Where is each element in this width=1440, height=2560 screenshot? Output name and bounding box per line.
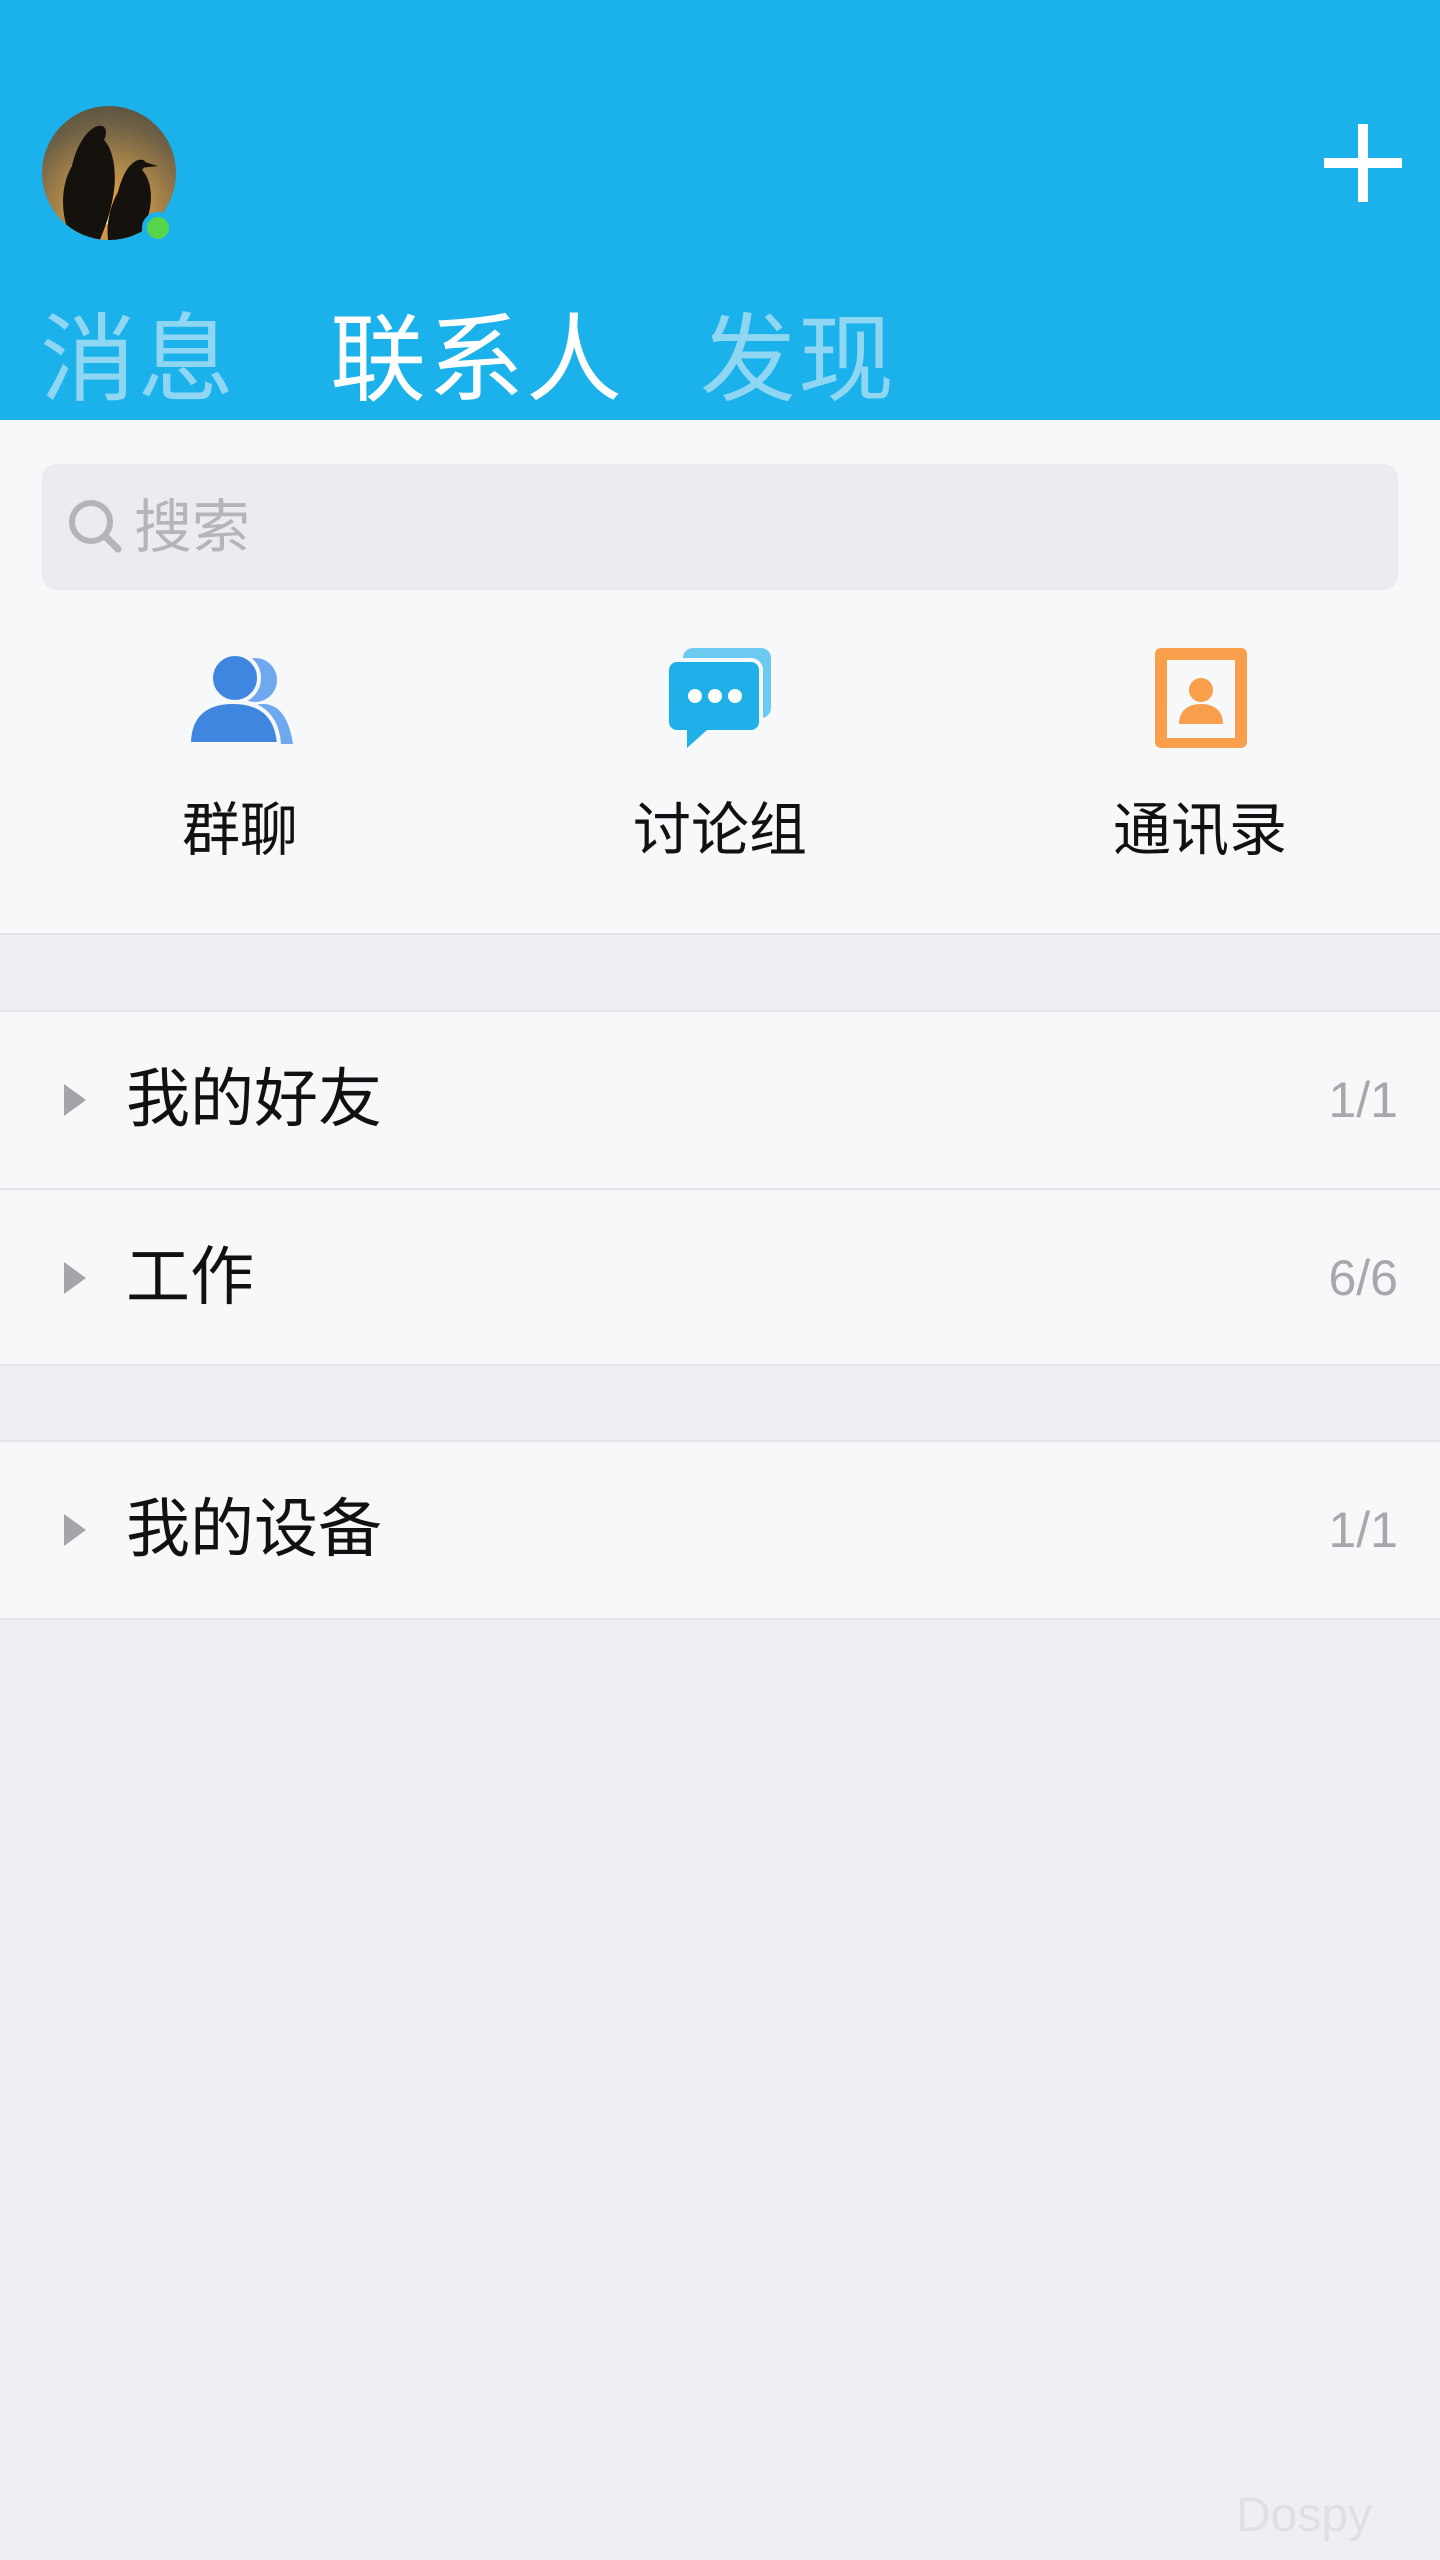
tab-contacts[interactable]: 联系人 xyxy=(330,300,700,420)
online-status-dot xyxy=(142,212,174,244)
group-row-work[interactable]: 工作 6/6 xyxy=(0,1188,1440,1364)
expand-arrow-icon xyxy=(64,1514,86,1546)
main-tabs: 消息 联系人 发现 xyxy=(40,300,1000,420)
contacts-top-panel: 搜索 群聊 讨论组 通讯录 xyxy=(0,420,1440,935)
group-name: 我的设备 xyxy=(126,1493,382,1567)
tab-discover[interactable]: 发现 xyxy=(700,300,1000,420)
discussion-icon xyxy=(665,648,771,748)
group-row-my-devices[interactable]: 我的设备 1/1 xyxy=(0,1442,1440,1618)
address-book-shortcut[interactable]: 通讯录 xyxy=(1050,644,1350,884)
group-chat-shortcut[interactable]: 群聊 xyxy=(90,644,390,884)
group-name: 工作 xyxy=(126,1241,254,1315)
expand-arrow-icon xyxy=(64,1262,86,1294)
group-count: 6/6 xyxy=(1328,1250,1398,1306)
watermark: Dospy xyxy=(1236,2489,1373,2542)
friend-groups-list: 我的好友 1/1 工作 6/6 xyxy=(0,1010,1440,1366)
address-book-icon xyxy=(1155,648,1247,748)
group-row-my-friends[interactable]: 我的好友 1/1 xyxy=(0,1012,1440,1188)
group-chat-label: 群聊 xyxy=(181,796,298,864)
plus-icon xyxy=(1324,124,1402,202)
tab-messages[interactable]: 消息 xyxy=(40,300,330,420)
discussion-group-shortcut[interactable]: 讨论组 xyxy=(570,644,870,884)
group-count: 1/1 xyxy=(1328,1502,1398,1558)
add-button[interactable] xyxy=(1320,120,1406,206)
address-book-label: 通讯录 xyxy=(1112,796,1287,864)
group-name: 我的好友 xyxy=(126,1063,382,1137)
search-icon xyxy=(69,500,122,553)
search-placeholder: 搜索 xyxy=(134,493,251,561)
group-chat-icon xyxy=(186,652,293,746)
devices-list: 我的设备 1/1 xyxy=(0,1440,1440,1620)
app-header: 消息 联系人 发现 xyxy=(0,0,1440,420)
discussion-group-label: 讨论组 xyxy=(632,796,807,864)
expand-arrow-icon xyxy=(64,1084,86,1116)
group-count: 1/1 xyxy=(1328,1072,1398,1128)
search-input[interactable]: 搜索 xyxy=(42,464,1398,590)
